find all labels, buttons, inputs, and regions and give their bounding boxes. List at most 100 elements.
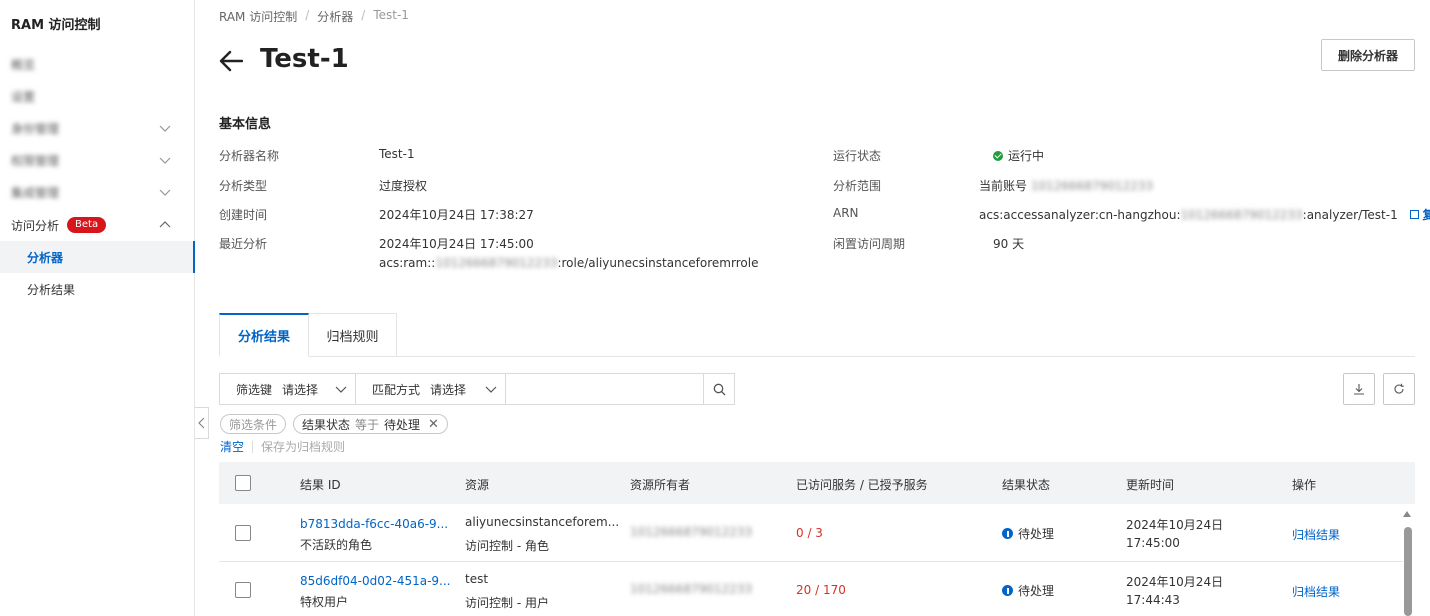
- filter-search-input[interactable]: [506, 374, 703, 404]
- chevron-down-icon: [159, 157, 171, 164]
- analysis-type-label: 分析类型: [219, 179, 268, 193]
- page-title: Test-1: [260, 44, 349, 74]
- sidebar-item-label: 分析器: [27, 250, 64, 265]
- header-resource-owner: 资源所有者: [630, 478, 691, 492]
- row-checkbox[interactable]: [235, 582, 251, 598]
- back-arrow-icon[interactable]: [219, 50, 243, 72]
- updated-time: 17:44:43: [1126, 593, 1180, 607]
- copy-icon: [1409, 210, 1419, 219]
- arn-value: acs:accessanalyzer:cn-hangzhou:101266687…: [979, 206, 1430, 223]
- scope-account: 1012666879012233: [1030, 179, 1153, 193]
- sidebar-item-integration[interactable]: 集成管理: [0, 176, 194, 208]
- arn-prefix: acs:ram::: [379, 256, 436, 270]
- match-mode-label: 匹配方式: [372, 382, 421, 397]
- header-actions: 操作: [1292, 478, 1317, 492]
- header-status: 结果状态: [1002, 478, 1051, 492]
- chevron-down-icon: [335, 386, 347, 393]
- row-checkbox[interactable]: [235, 525, 251, 541]
- finding-id-link[interactable]: b7813dda-f6cc-40a6-9...: [300, 517, 448, 531]
- sidebar-title: RAM 访问控制: [11, 18, 101, 33]
- clear-filters-link[interactable]: 清空: [220, 438, 244, 455]
- breadcrumb-analyzer[interactable]: 分析器: [317, 8, 353, 25]
- services-count: 0 / 3: [796, 526, 823, 540]
- sidebar-item-permission[interactable]: 权限管理: [0, 144, 194, 176]
- search-button[interactable]: [703, 374, 734, 404]
- filter-key-select[interactable]: 筛选键 请选择: [220, 374, 356, 404]
- download-icon: [1354, 384, 1364, 395]
- arn-suffix: :analyzer/Test-1: [1302, 208, 1398, 222]
- findings-table: 结果 ID 资源 资源所有者 已访问服务 / 已授予服务 结果状态 更新时间 操…: [219, 462, 1415, 610]
- match-mode-placeholder: 请选择: [430, 382, 467, 397]
- archive-finding-link[interactable]: 归档结果: [1292, 526, 1340, 543]
- filter-condition-chip: 筛选条件: [220, 414, 287, 434]
- sidebar-item-analyzer[interactable]: 分析器: [0, 241, 195, 273]
- filter-key-placeholder: 请选择: [282, 382, 319, 397]
- download-button[interactable]: [1343, 373, 1375, 405]
- filter-key-label: 筛选键: [236, 382, 273, 397]
- delete-analyzer-button[interactable]: 删除分析器: [1321, 39, 1415, 71]
- basic-info-title: 基本信息: [219, 117, 272, 132]
- header-resource: 资源: [465, 478, 490, 492]
- select-all-checkbox[interactable]: [235, 475, 251, 491]
- table-scrollbar[interactable]: [1404, 527, 1412, 616]
- copy-label: 复制: [1422, 208, 1430, 222]
- chevron-down-icon: [485, 386, 497, 393]
- services-count: 20 / 170: [796, 583, 846, 597]
- sidebar-item-settings[interactable]: 设置: [0, 80, 194, 112]
- main-content: RAM 访问控制 / 分析器 / Test-1 Test-1 删除分析器 基本信…: [195, 0, 1430, 616]
- sidebar-item-label: 身份管理: [11, 121, 60, 136]
- run-status-value: 运行中: [993, 147, 1044, 164]
- header-services: 已访问服务 / 已授予服务: [796, 478, 928, 492]
- finding-status: 待处理: [1002, 582, 1054, 599]
- breadcrumb-separator: /: [361, 8, 366, 22]
- sidebar-item-label: 概览: [11, 57, 36, 72]
- breadcrumb-ram[interactable]: RAM 访问控制: [219, 8, 297, 25]
- last-analysis-label: 最近分析: [219, 237, 268, 251]
- tab-findings[interactable]: 分析结果: [219, 313, 309, 357]
- status-filter-chip[interactable]: 结果状态 等于 待处理 ✕: [293, 414, 448, 434]
- status-text: 运行中: [1008, 149, 1045, 163]
- finding-status: 待处理: [1002, 525, 1054, 542]
- resource-owner: 1012666879012233: [630, 525, 753, 539]
- sidebar-item-label: 分析结果: [27, 282, 76, 297]
- last-analysis-role-arn: acs:ram::1012666879012233:role/aliyunecs…: [379, 256, 758, 270]
- scroll-up-arrow[interactable]: [1403, 511, 1411, 517]
- chip-key: 结果状态: [302, 417, 351, 432]
- arn-account: 1012666879012233: [435, 256, 558, 270]
- table-header: 结果 ID 资源 资源所有者 已访问服务 / 已授予服务 结果状态 更新时间 操…: [219, 462, 1415, 504]
- finding-id-link[interactable]: 85d6df04-0d02-451a-9...: [300, 574, 450, 588]
- resource-type: 访问控制 - 角色: [465, 539, 549, 553]
- created-time-value: 2024年10月24日 17:38:27: [379, 208, 534, 222]
- updated-time: 17:45:00: [1126, 536, 1180, 550]
- run-status-label: 运行状态: [833, 149, 882, 163]
- analyzer-name-value: Test-1: [379, 147, 415, 161]
- tab-archive-rules[interactable]: 归档规则: [309, 313, 397, 357]
- save-archive-rule-link[interactable]: 保存为归档规则: [261, 438, 345, 455]
- analyzer-name-label: 分析器名称: [219, 149, 280, 163]
- sidebar-item-findings[interactable]: 分析结果: [0, 273, 194, 305]
- sidebar-item-overview[interactable]: 概览: [0, 48, 194, 80]
- breadcrumb: RAM 访问控制 / 分析器 / Test-1: [219, 8, 409, 25]
- header-updated-time: 更新时间: [1126, 478, 1175, 492]
- breadcrumb-current: Test-1: [373, 8, 409, 22]
- info-icon: [1002, 528, 1013, 539]
- idle-period-label: 闲置访问周期: [833, 237, 906, 251]
- resource-name: aliyunecsinstanceforem...: [465, 515, 620, 529]
- updated-date: 2024年10月24日: [1126, 575, 1224, 589]
- divider: [252, 440, 254, 453]
- finding-type: 不活跃的角色: [300, 538, 373, 552]
- filter-bar: 筛选键 请选择 匹配方式 请选择: [219, 373, 735, 405]
- chevron-down-icon: [159, 189, 171, 196]
- archive-finding-link[interactable]: 归档结果: [1292, 583, 1340, 600]
- idle-period-value: 90 天: [993, 237, 1025, 251]
- info-icon: [1002, 585, 1013, 596]
- chevron-down-icon: [159, 125, 171, 132]
- sidebar-item-identity[interactable]: 身份管理: [0, 112, 194, 144]
- refresh-button[interactable]: [1383, 373, 1415, 405]
- sidebar-item-label: 设置: [11, 89, 36, 104]
- close-icon[interactable]: ✕: [428, 417, 439, 432]
- sidebar-item-access-analysis[interactable]: 访问分析 Beta: [0, 209, 194, 241]
- match-mode-select[interactable]: 匹配方式 请选择: [356, 374, 506, 404]
- copy-arn-button[interactable]: 复制: [1409, 208, 1430, 222]
- scope-text: 当前账号: [979, 179, 1028, 193]
